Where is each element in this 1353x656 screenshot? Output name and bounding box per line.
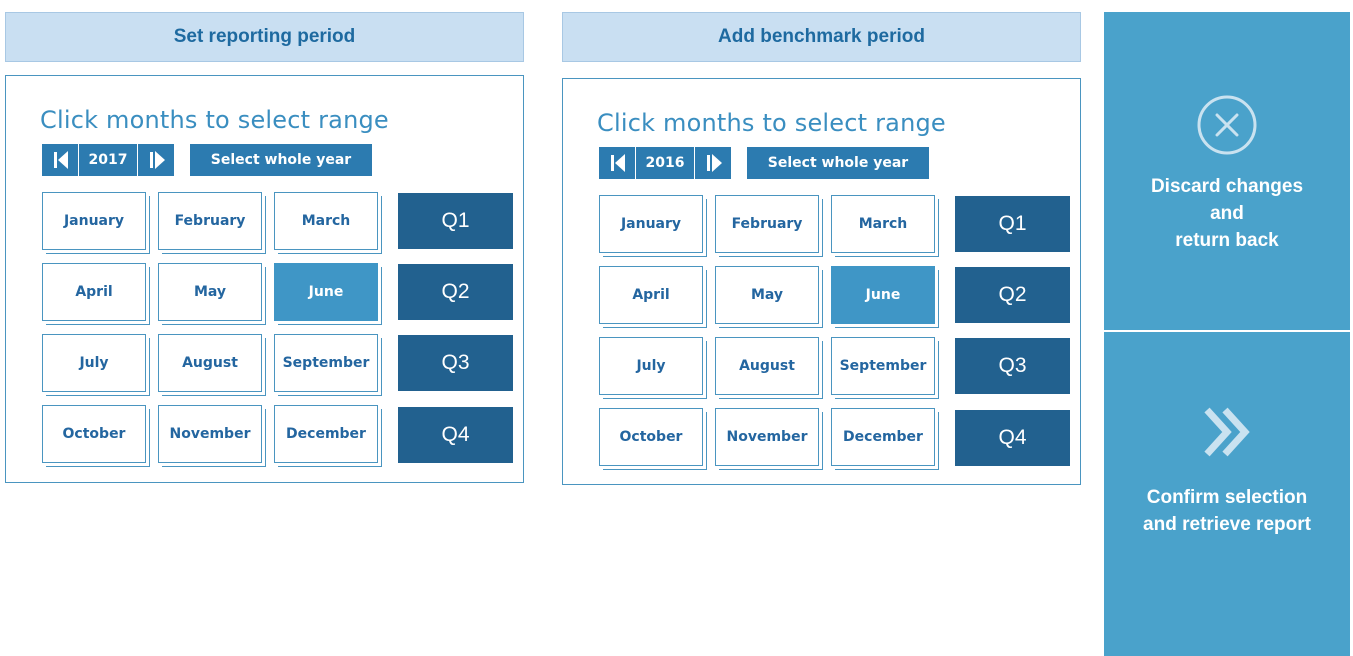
- reporting-month-march[interactable]: March: [274, 192, 378, 250]
- reporting-month-september[interactable]: September: [274, 334, 378, 392]
- benchmark-next-year-icon: [707, 155, 710, 171]
- benchmark-month-august[interactable]: August: [715, 337, 819, 395]
- reporting-prev-year-button[interactable]: [42, 144, 78, 176]
- benchmark-quarter-q2[interactable]: Q2: [955, 267, 1070, 323]
- benchmark-quarter-q1[interactable]: Q1: [955, 196, 1070, 252]
- benchmark-year-label: 2016: [635, 147, 695, 179]
- benchmark-period-header: Add benchmark period: [562, 12, 1081, 62]
- benchmark-month-september[interactable]: September: [831, 337, 935, 395]
- benchmark-month-may[interactable]: May: [715, 266, 819, 324]
- benchmark-month-june[interactable]: June: [831, 266, 935, 324]
- double-chevron-right-icon: [1204, 407, 1250, 457]
- close-circle-icon: [1197, 95, 1257, 155]
- reporting-month-february[interactable]: February: [158, 192, 262, 250]
- benchmark-select-whole-year-button[interactable]: Select whole year: [747, 147, 929, 179]
- benchmark-month-january[interactable]: January: [599, 195, 703, 253]
- reporting-month-january[interactable]: January: [42, 192, 146, 250]
- benchmark-period-panel: Click months to select range 2016 Select…: [562, 78, 1081, 485]
- reporting-period-panel: Click months to select range 2017 Select…: [5, 75, 524, 483]
- benchmark-quarter-q3[interactable]: Q3: [955, 338, 1070, 394]
- reporting-panel-title: Click months to select range: [40, 106, 389, 134]
- benchmark-month-march[interactable]: March: [831, 195, 935, 253]
- benchmark-next-year-button[interactable]: [695, 147, 731, 179]
- reporting-month-july[interactable]: July: [42, 334, 146, 392]
- benchmark-month-february[interactable]: February: [715, 195, 819, 253]
- reporting-next-year-button[interactable]: [138, 144, 174, 176]
- reporting-month-august[interactable]: August: [158, 334, 262, 392]
- reporting-next-year-icon: [150, 152, 153, 168]
- reporting-select-whole-year-button[interactable]: Select whole year: [190, 144, 372, 176]
- benchmark-month-july[interactable]: July: [599, 337, 703, 395]
- benchmark-prev-year-icon: [611, 155, 614, 171]
- benchmark-panel-title: Click months to select range: [597, 109, 946, 137]
- benchmark-year-nav: 2016: [599, 147, 731, 179]
- reporting-quarter-q3[interactable]: Q3: [398, 335, 513, 391]
- reporting-year-label: 2017: [78, 144, 138, 176]
- reporting-month-november[interactable]: November: [158, 405, 262, 463]
- discard-changes-button[interactable]: Discard changes and return back: [1104, 12, 1350, 330]
- benchmark-month-november[interactable]: November: [715, 408, 819, 466]
- confirm-selection-label: Confirm selection and retrieve report: [1143, 487, 1311, 535]
- benchmark-month-october[interactable]: October: [599, 408, 703, 466]
- reporting-month-may[interactable]: May: [158, 263, 262, 321]
- reporting-month-october[interactable]: October: [42, 405, 146, 463]
- reporting-year-nav: 2017: [42, 144, 174, 176]
- reporting-quarter-q4[interactable]: Q4: [398, 407, 513, 463]
- benchmark-month-april[interactable]: April: [599, 266, 703, 324]
- benchmark-month-december[interactable]: December: [831, 408, 935, 466]
- benchmark-quarter-q4[interactable]: Q4: [955, 410, 1070, 466]
- benchmark-prev-year-button[interactable]: [599, 147, 635, 179]
- confirm-selection-button[interactable]: Confirm selection and retrieve report: [1104, 332, 1350, 656]
- reporting-month-april[interactable]: April: [42, 263, 146, 321]
- reporting-month-december[interactable]: December: [274, 405, 378, 463]
- discard-changes-label: Discard changes and return back: [1150, 176, 1304, 251]
- reporting-period-header: Set reporting period: [5, 12, 524, 62]
- reporting-quarter-q1[interactable]: Q1: [398, 193, 513, 249]
- reporting-month-june[interactable]: June: [274, 263, 378, 321]
- reporting-quarter-q2[interactable]: Q2: [398, 264, 513, 320]
- reporting-prev-year-icon: [54, 152, 57, 168]
